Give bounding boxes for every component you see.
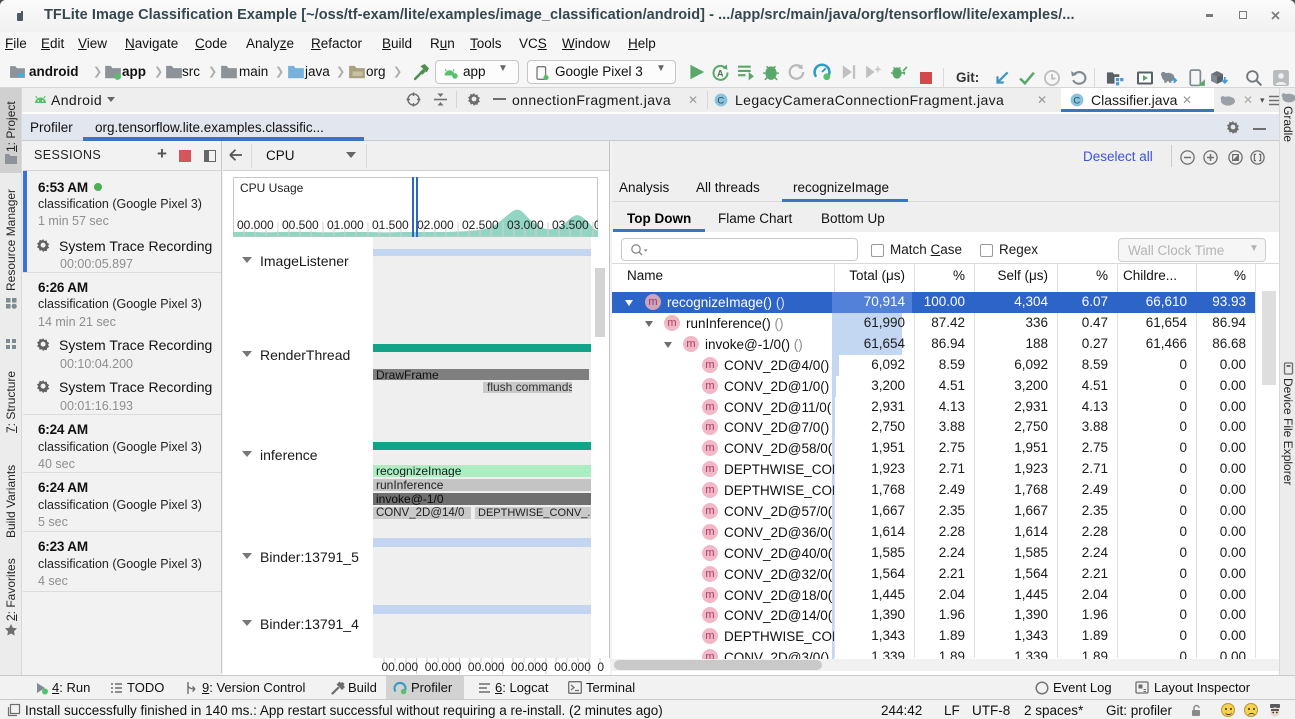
svg-text:02.500: 02.500 [462, 218, 499, 232]
svg-text:C: C [1073, 95, 1080, 106]
svg-text:00.000: 00.000 [237, 218, 274, 232]
svg-text:00.000: 00.000 [425, 660, 462, 674]
svg-text:A: A [717, 69, 724, 79]
svg-text:01.500: 01.500 [372, 218, 409, 232]
svg-text:00.500: 00.500 [282, 218, 319, 232]
svg-text:02.000: 02.000 [417, 218, 454, 232]
svg-text:00.000: 00.000 [511, 660, 548, 674]
svg-text:03.500: 03.500 [552, 218, 589, 232]
svg-text:00.000: 00.000 [554, 660, 591, 674]
svg-text:CPU Usage: CPU Usage [240, 181, 304, 195]
svg-text:00.000: 00.000 [382, 660, 419, 674]
svg-text:04.0: 04.0 [594, 218, 598, 232]
svg-text:01.000: 01.000 [327, 218, 364, 232]
svg-text:C: C [717, 95, 724, 106]
svg-text:03.000: 03.000 [507, 218, 544, 232]
svg-text:00.000: 00.000 [468, 660, 505, 674]
svg-text:0: 0 [597, 660, 604, 674]
